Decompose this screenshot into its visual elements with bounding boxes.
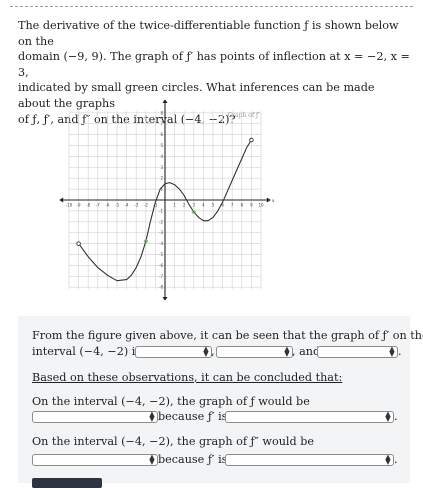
- dropdown-value: [136, 355, 139, 365]
- updown-arrows-icon: ▲ ▼: [284, 345, 290, 358]
- because-label: because ƒ′ is: [158, 453, 228, 466]
- x-axis-letter: x: [272, 198, 275, 204]
- because-label: because ƒ′ is: [158, 410, 228, 423]
- behavior-dropdown-3[interactable]: ▲ ▼: [317, 346, 398, 358]
- x-tick-label: -5: [115, 203, 119, 208]
- behavior-dropdown-2[interactable]: ▲ ▼: [216, 346, 293, 358]
- x-tick-label: -8: [86, 203, 90, 208]
- question-line: The derivative of the twice-differentiab…: [18, 19, 399, 48]
- x-tick-label: 5: [212, 203, 215, 208]
- separator-and: , and: [292, 345, 321, 358]
- y-axis-arrow-up: [162, 98, 168, 103]
- answer-panel: From the figure given above, it can be s…: [18, 316, 423, 488]
- x-tick-label: 9: [250, 203, 253, 208]
- behavior-dropdown-1[interactable]: ▲ ▼: [135, 346, 212, 358]
- x-tick-label: 4: [202, 203, 205, 208]
- derivative-graph: yx-10-9-8-7-6-5-4-3-2-112345678910876543…: [54, 94, 284, 302]
- dropdown-value: [226, 463, 229, 473]
- x-tick-label: 2: [183, 203, 186, 208]
- updown-arrows-icon: ▲ ▼: [149, 410, 155, 423]
- x-tick-label: -6: [105, 203, 109, 208]
- updown-arrows-icon: ▲ ▼: [149, 453, 155, 466]
- f-behavior-dropdown[interactable]: ▲ ▼: [32, 411, 158, 423]
- f2-behavior-dropdown[interactable]: ▲ ▼: [32, 454, 158, 466]
- f2-interval-question: On the interval (−4, −2), the graph of ƒ…: [32, 435, 315, 448]
- y-tick-label: -2: [159, 219, 163, 224]
- x-tick-label: -2: [144, 203, 148, 208]
- y-tick-label: -5: [159, 252, 163, 257]
- graph-canvas: yx-10-9-8-7-6-5-4-3-2-112345678910876543…: [59, 94, 275, 302]
- dropdown-value: [33, 463, 36, 473]
- dropdown-value: [217, 355, 220, 365]
- graph-legend: Graph of ƒ′: [227, 112, 260, 119]
- x-tick-label: -7: [96, 203, 100, 208]
- f-reason-dropdown[interactable]: ▲ ▼: [225, 411, 394, 423]
- panel-intro-line: From the figure given above, it can be s…: [32, 329, 423, 342]
- line-end-period: .: [394, 410, 398, 423]
- question-line: domain (−9, 9). The graph of ƒ′ has poin…: [18, 50, 410, 79]
- y-tick-label: -7: [159, 274, 163, 279]
- y-tick-label: -8: [159, 285, 163, 290]
- f-interval-question: On the interval (−4, −2), the graph of ƒ…: [32, 395, 310, 408]
- y-tick-label: -1: [159, 208, 163, 213]
- line-end-period: .: [398, 345, 402, 358]
- line-end-period: .: [394, 453, 398, 466]
- updown-arrows-icon: ▲ ▼: [385, 453, 391, 466]
- x-tick-label: -4: [125, 203, 129, 208]
- x-tick-label: -10: [66, 203, 73, 208]
- x-tick-label: 7: [231, 203, 234, 208]
- y-axis-arrow-down: [162, 297, 168, 302]
- x-tick-label: 3: [193, 203, 196, 208]
- x-tick-label: -9: [77, 203, 81, 208]
- conclusion-heading: Based on these observations, it can be c…: [32, 371, 343, 384]
- dropdown-value: [33, 420, 36, 430]
- updown-arrows-icon: ▲ ▼: [389, 345, 395, 358]
- x-tick-label: -3: [134, 203, 138, 208]
- submit-button[interactable]: [32, 478, 102, 488]
- x-tick-label: 1: [173, 203, 176, 208]
- updown-arrows-icon: ▲ ▼: [385, 410, 391, 423]
- dropdown-value: [226, 420, 229, 430]
- top-divider: [10, 6, 413, 7]
- x-axis-arrow-right: [266, 197, 271, 203]
- dropdown-value: [318, 355, 321, 365]
- x-tick-label: 8: [241, 203, 244, 208]
- open-endpoint-circle: [249, 137, 254, 143]
- y-tick-label: -6: [159, 263, 163, 268]
- y-tick-label: -4: [159, 241, 163, 246]
- x-axis-arrow-left: [59, 197, 64, 203]
- y-tick-label: -3: [159, 230, 163, 235]
- updown-arrows-icon: ▲ ▼: [203, 345, 209, 358]
- f2-reason-dropdown[interactable]: ▲ ▼: [225, 454, 394, 466]
- panel-interval-label: interval (−4, −2) is: [32, 345, 142, 358]
- separator-comma: ,: [211, 345, 215, 358]
- x-tick-label: 10: [258, 203, 264, 208]
- open-endpoint-circle: [76, 241, 81, 246]
